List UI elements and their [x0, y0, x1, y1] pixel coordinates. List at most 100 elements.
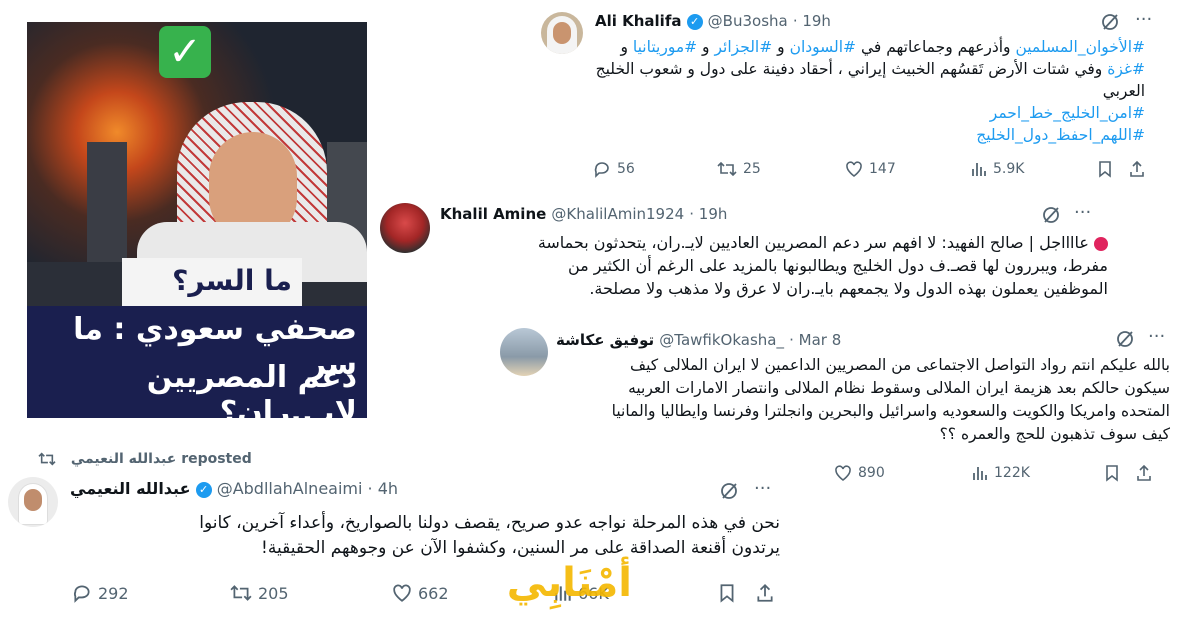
repost-icon	[38, 452, 56, 466]
grok-icon[interactable]	[1042, 206, 1060, 224]
user-handle[interactable]: @Bu3osha	[708, 12, 788, 30]
like-button[interactable]: 662	[392, 583, 449, 603]
share-icon	[1137, 464, 1151, 481]
repost-indicator: عبدالله النعيمي reposted	[38, 451, 252, 467]
share-button[interactable]	[1129, 160, 1145, 178]
views-chart-icon	[972, 163, 986, 176]
red-circle-icon	[1094, 236, 1108, 251]
avatar-face	[24, 489, 42, 511]
hashtag-link[interactable]: #الجزائر	[714, 38, 772, 56]
building-left	[87, 142, 127, 262]
display-name[interactable]: توفيق عكاشة	[556, 331, 654, 349]
more-options-icon[interactable]: ···	[1148, 326, 1165, 347]
hashtag-link[interactable]: #اللهم_احفظ_دول_الخليج	[595, 124, 1145, 146]
tweet-header: توفيق عكاشة @TawfikOkasha_ · Mar 8	[556, 330, 841, 349]
repost-icon	[230, 585, 252, 601]
tweet-text: عااااجل | صالح الفهيد: لا افهم سر دعم ال…	[472, 231, 1108, 300]
display-name[interactable]: عبدالله النعيمي	[70, 479, 191, 498]
tweet-line: العربي	[1102, 82, 1145, 100]
views-button[interactable]: 122K	[972, 464, 1030, 482]
display-name[interactable]: Ali Khalifa	[595, 12, 681, 30]
repost-count: 25	[743, 161, 761, 177]
thumbnail-caption-top: ما السر؟	[172, 264, 292, 297]
tweet-text: نحن في هذه المرحلة نواجه عدو صريح، يقصف …	[70, 511, 780, 561]
thumbnail-caption-line2: دعم المصريين لإيـ..ران؟	[146, 360, 357, 418]
heart-icon	[393, 584, 411, 602]
like-count: 890	[858, 465, 885, 481]
share-icon	[1130, 160, 1144, 177]
timestamp[interactable]: · 4h	[368, 479, 399, 498]
grok-icon[interactable]	[720, 482, 738, 500]
hashtag-link[interactable]: #السودان	[790, 38, 856, 56]
tweet-abdullah-alneaimi[interactable]: عبدالله النعيمي reposted عبدالله النعيمي…	[0, 445, 790, 628]
text-span: و	[697, 38, 715, 56]
text-span: وفي شتات الأرض تَقسُهم الخبيث إيراني ، أ…	[595, 60, 1108, 78]
grok-icon[interactable]	[1116, 330, 1134, 348]
display-name[interactable]: Khalil Amine	[440, 205, 546, 223]
bookmark-button[interactable]	[1104, 464, 1120, 482]
repost-button[interactable]: 205	[230, 583, 289, 603]
heart-icon	[835, 465, 851, 481]
tweet-line: سيكون حالكم بعد هزيمة ايران الملالى وسقو…	[628, 379, 1170, 397]
text-span: عااااجل | صالح الفهيد: لا افهم سر دعم ال…	[537, 233, 1089, 252]
avatar[interactable]	[380, 203, 430, 253]
reply-count: 56	[617, 161, 635, 177]
hashtag-link[interactable]: #امن_الخليج_خط_احمر	[595, 102, 1145, 124]
avatar[interactable]	[8, 477, 58, 527]
watermark-logo: أمْنَابِي	[506, 560, 632, 606]
tweet-text: بالله عليكم انتم رواد التواصل الاجتماعى …	[490, 354, 1170, 446]
hashtag-link[interactable]: #غزة	[1107, 60, 1145, 78]
reply-icon	[594, 162, 609, 178]
timestamp[interactable]: · Mar 8	[789, 331, 841, 349]
user-handle[interactable]: @TawfikOkasha_	[659, 331, 784, 349]
share-button[interactable]	[756, 583, 774, 603]
tweet-text: #الأخوان_المسلمين وأذرعهم وجماعاتهم في #…	[595, 36, 1145, 146]
like-button[interactable]: 890	[834, 464, 885, 482]
bookmark-icon	[1099, 161, 1111, 178]
like-count: 662	[418, 583, 449, 603]
more-options-icon[interactable]: ···	[754, 478, 771, 499]
hashtag-link[interactable]: #موريتانيا	[633, 38, 697, 56]
tweet-line: بالله عليكم انتم رواد التواصل الاجتماعى …	[630, 356, 1170, 374]
share-button[interactable]	[1136, 464, 1152, 482]
tweet-header: عبدالله النعيمي ✓ @AbdllahAlneaimi · 4h	[70, 479, 398, 498]
bookmark-button[interactable]	[718, 583, 736, 603]
repost-label: reposted	[181, 451, 252, 467]
reply-button[interactable]: 56	[593, 160, 635, 178]
timestamp[interactable]: · 19h	[689, 205, 727, 223]
bookmark-button[interactable]	[1097, 160, 1113, 178]
tweet-khalil-amine[interactable]: Khalil Amine @KhalilAmin1924 · 19h ··· ع…	[372, 193, 1112, 313]
tweet-header: Ali Khalifa ✓ @Bu3osha · 19h	[595, 11, 831, 30]
tweet-line: الموظفين يعملون بهذه الدول ولا يجمعهم با…	[589, 279, 1108, 298]
reposter-name[interactable]: عبدالله النعيمي	[71, 451, 176, 467]
reply-count: 292	[98, 583, 129, 603]
timestamp[interactable]: · 19h	[793, 12, 831, 30]
avatar[interactable]	[541, 12, 583, 54]
view-count: 5.9K	[993, 161, 1025, 177]
tweet-line: نحن في هذه المرحلة نواجه عدو صريح، يقصف …	[199, 513, 780, 533]
video-thumbnail[interactable]: ✓ ما السر؟ صحفي سعودي : ما سر دعم المصري…	[27, 22, 367, 418]
repost-icon	[717, 161, 737, 177]
user-handle[interactable]: @KhalilAmin1924	[551, 205, 684, 223]
tweet-line: مفرط، ويبررون لها قصـ.ف دول الخليج ويطال…	[567, 256, 1108, 275]
tweet-ali-khalifa[interactable]: Ali Khalifa ✓ @Bu3osha · 19h ··· #الأخوا…	[535, 0, 1185, 185]
hashtag-link[interactable]: #الأخوان_المسلمين	[1015, 38, 1145, 56]
repost-button[interactable]: 25	[717, 160, 761, 178]
verified-badge-icon: ✓	[195, 481, 212, 498]
tweet-line: يرتدون أقنعة الصداقة على مر السنين، وكشف…	[261, 538, 780, 558]
tweet-header: Khalil Amine @KhalilAmin1924 · 19h	[440, 204, 727, 223]
reply-button[interactable]: 292	[72, 583, 129, 603]
grok-icon[interactable]	[1101, 13, 1119, 31]
tweet-line: كيف سوف تذهبون للحج والعمره ؟؟	[939, 425, 1170, 443]
more-options-icon[interactable]: ···	[1135, 9, 1152, 30]
user-handle[interactable]: @AbdllahAlneaimi	[217, 479, 363, 498]
heart-icon	[846, 161, 862, 177]
tweet-line: المتحده وامريكا والكويت والسعوديه واسرائ…	[611, 402, 1170, 420]
like-button[interactable]: 147	[845, 160, 896, 178]
views-button[interactable]: 5.9K	[971, 160, 1024, 178]
view-count: 122K	[994, 465, 1030, 481]
share-icon	[757, 583, 773, 602]
avatar-face	[553, 22, 571, 44]
more-options-icon[interactable]: ···	[1074, 202, 1091, 223]
repost-count: 205	[258, 583, 289, 603]
